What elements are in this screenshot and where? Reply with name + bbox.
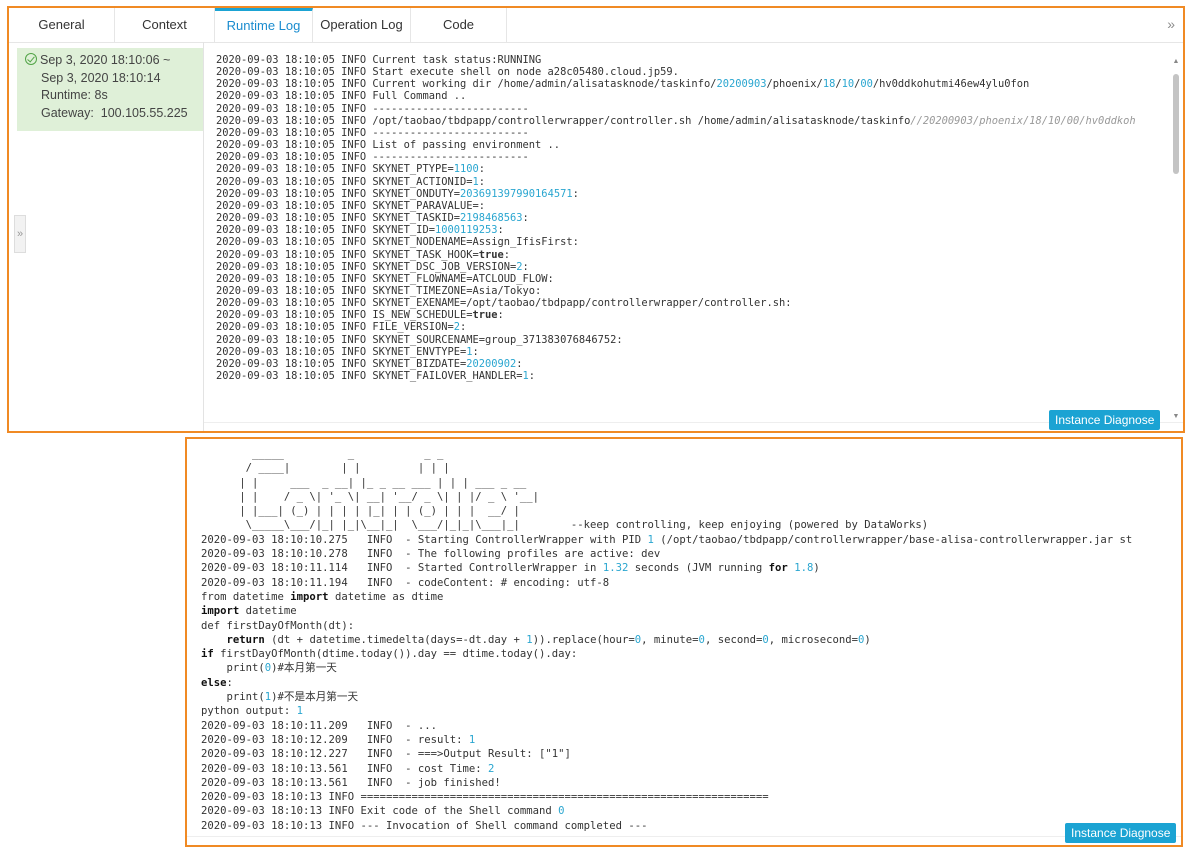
log-line: 2020-09-03 18:10:05 INFO SKYNET_FAILOVER… [216,370,536,383]
log-line: 2020-09-03 18:10:05 INFO SKYNET_TIMEZONE… [216,284,542,297]
log-line: 2020-09-03 18:10:05 INFO /opt/taobao/tbd… [216,114,1136,127]
log-line: 2020-09-03 18:10:05 INFO ---------------… [216,151,529,164]
output-line: python output: 1 [201,705,304,718]
output-line: 2020-09-03 18:10:13.561 INFO - job finis… [201,776,501,789]
log-line: 2020-09-03 18:10:05 INFO SKYNET_SOURCENA… [216,333,623,346]
output-line: from datetime import datetime as dtime [201,590,444,603]
log-line: 2020-09-03 18:10:05 INFO SKYNET_TASKID=2… [216,212,529,225]
log-line: 2020-09-03 18:10:05 INFO SKYNET_ONDUTY=2… [216,187,579,200]
log-line: 2020-09-03 18:10:05 INFO SKYNET_ID=10001… [216,224,504,237]
tab-runtime-log[interactable]: Runtime Log [215,8,313,42]
runtime-log-text: 2020-09-03 18:10:05 INFO Current task st… [216,54,1168,426]
log-line: 2020-09-03 18:10:05 INFO SKYNET_FLOWNAME… [216,272,554,285]
output-line: / ____| | | | | | [201,462,450,475]
tab-code[interactable]: Code [411,8,507,42]
run-time-start: Sep 3, 2020 18:10:06 ~ [40,53,171,67]
output-log-text: _____ _ _ _ / ____| | | | | | | | ___ _ … [201,447,1181,832]
scroll-down-icon[interactable]: ▼ [1171,413,1181,420]
output-line: 2020-09-03 18:10:11.114 INFO - Started C… [201,562,820,575]
instance-diagnose-button[interactable]: Instance Diagnose [1049,410,1161,430]
log-line: 2020-09-03 18:10:05 INFO IS_NEW_SCHEDULE… [216,309,504,322]
tab-bar: General Context Runtime Log Operation Lo… [9,8,1183,43]
output-line: print(1)#不是本月第一天 [201,691,359,704]
log-line: 2020-09-03 18:10:05 INFO SKYNET_DSC_JOB_… [216,260,529,273]
expand-sidebar-icon[interactable]: » [14,215,26,253]
log-line: 2020-09-03 18:10:05 INFO ---------------… [216,102,529,115]
run-gateway: Gateway: 100.105.55.225 [41,105,188,120]
log-horizontal-scrollbar[interactable] [204,422,1183,431]
output-line: 2020-09-03 18:10:12.209 INFO - result: 1 [201,733,476,746]
instance-diagnose-button-bottom[interactable]: Instance Diagnose [1065,823,1177,843]
log-scrollbar[interactable]: ▲ ▼ [1171,52,1181,422]
log-line: 2020-09-03 18:10:05 INFO SKYNET_NODENAME… [216,236,579,249]
success-check-icon [25,53,37,65]
run-time-end: Sep 3, 2020 18:10:14 [41,70,161,85]
output-line: 2020-09-03 18:10:11.209 INFO - ... [201,719,437,732]
output-line: else: [201,676,233,689]
log-line: 2020-09-03 18:10:05 INFO SKYNET_PARAVALU… [216,199,485,212]
output-line: \_____\___/|_| |_|\__|_| \___/|_|_|\___|… [201,519,929,532]
log-line: 2020-09-03 18:10:05 INFO List of passing… [216,139,561,152]
log-line: 2020-09-03 18:10:05 INFO SKYNET_ENVTYPE=… [216,345,479,358]
log-line: 2020-09-03 18:10:05 INFO SKYNET_EXENAME=… [216,297,792,310]
sidebar-divider [203,42,204,431]
log-line: 2020-09-03 18:10:05 INFO SKYNET_PTYPE=11… [216,163,486,176]
log-line: 2020-09-03 18:10:05 INFO Current working… [216,78,1030,91]
tab-operation-log[interactable]: Operation Log [313,8,411,42]
output-line: 2020-09-03 18:10:13 INFO --- Invocation … [201,819,648,832]
log-line: 2020-09-03 18:10:05 INFO Current task st… [216,54,542,66]
output-log-panel: _____ _ _ _ / ____| | | | | | | | ___ _ … [185,437,1183,847]
output-horizontal-scrollbar[interactable] [187,836,1181,845]
output-line: | | ___ _ __| |_ _ __ ___ | | | ___ _ __ [201,476,527,489]
run-duration: Runtime: 8s [41,88,108,102]
log-line: 2020-09-03 18:10:05 INFO SKYNET_ACTIONID… [216,175,486,188]
log-line: 2020-09-03 18:10:05 INFO SKYNET_TASK_HOO… [216,248,511,261]
runtime-log-panel: General Context Runtime Log Operation Lo… [7,6,1185,433]
output-line: 2020-09-03 18:10:13.561 INFO - cost Time… [201,762,495,775]
output-line: 2020-09-03 18:10:13 INFO Exit code of th… [201,805,565,818]
output-line: 2020-09-03 18:10:11.194 INFO - codeConte… [201,576,610,589]
output-line: import datetime [201,605,297,618]
tab-general[interactable]: General [9,8,115,42]
output-line: | |___| (_) | | | | |_| | | (_) | | | __… [201,505,520,518]
output-line: def firstDayOfMonth(dt): [201,619,355,632]
output-line: 2020-09-03 18:10:10.278 INFO - The follo… [201,548,661,561]
log-line: 2020-09-03 18:10:05 INFO Full Command .. [216,90,467,103]
output-line: _____ _ _ _ [201,448,444,460]
output-line: 2020-09-03 18:10:10.275 INFO - Starting … [201,533,1133,546]
tab-context[interactable]: Context [115,8,215,42]
output-line: 2020-09-03 18:10:12.227 INFO - ===>Outpu… [201,748,571,761]
run-summary: Sep 3, 2020 18:10:06 ~ Sep 3, 2020 18:10… [17,48,203,131]
scrollbar-thumb[interactable] [1173,74,1179,174]
output-line: if firstDayOfMonth(dtime.today()).day ==… [201,648,578,661]
output-line: 2020-09-03 18:10:13 INFO ===============… [201,791,769,804]
collapse-icon[interactable]: » [1167,16,1175,32]
output-line: print(0)#本月第一天 [201,662,337,675]
log-line: 2020-09-03 18:10:05 INFO ---------------… [216,126,529,139]
log-line: 2020-09-03 18:10:05 INFO SKYNET_BIZDATE=… [216,357,523,370]
log-line: 2020-09-03 18:10:05 INFO FILE_VERSION=2: [216,321,467,334]
scroll-up-icon[interactable]: ▲ [1171,58,1181,65]
output-line: | | / _ \| '_ \| __| '__/ _ \| | |/ _ \ … [201,490,540,503]
log-line: 2020-09-03 18:10:05 INFO Start execute s… [216,66,679,79]
output-line: return (dt + datetime.timedelta(days=-dt… [226,633,871,646]
